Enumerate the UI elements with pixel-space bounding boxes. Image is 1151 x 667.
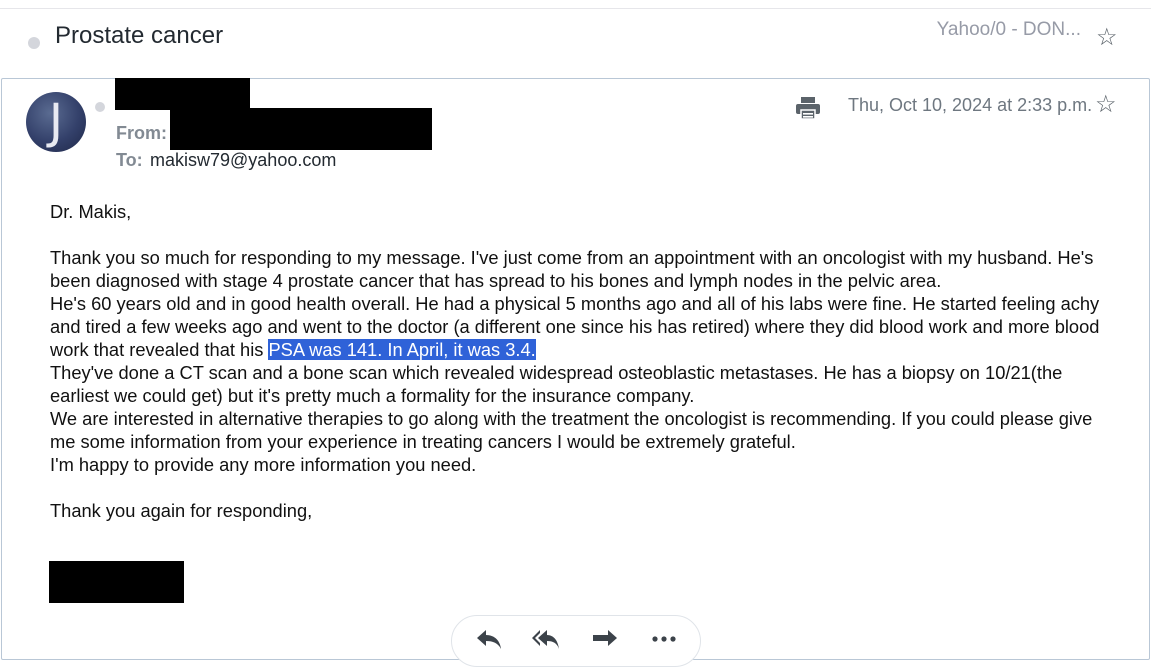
greeting: Dr. Makis, [50, 201, 132, 222]
redacted-sender-name [115, 78, 250, 110]
highlighted-selection: PSA was 141. In April, it was 3.4. [268, 339, 536, 360]
body-paragraph-2: He's 60 years old and in good health ove… [50, 292, 1120, 361]
reply-icon[interactable] [474, 626, 504, 652]
body-paragraph-4: We are interested in alternative therapi… [50, 408, 1093, 452]
print-icon[interactable] [795, 96, 821, 120]
message-date: Thu, Oct 10, 2024 at 2:33 p.m. [848, 95, 1093, 115]
closing: Thank you again for responding, [50, 500, 313, 521]
message-body: Dr. Makis, Thank you so much for respond… [50, 200, 1120, 522]
more-icon[interactable] [649, 626, 679, 652]
redacted-sender-email [170, 108, 432, 150]
star-icon[interactable]: ☆ [1096, 26, 1118, 50]
body-paragraph-3: They've done a CT scan and a bone scan w… [50, 362, 1063, 406]
sender-status-dot [95, 102, 105, 112]
reply-all-icon[interactable] [530, 626, 560, 652]
forward-icon[interactable] [590, 626, 620, 652]
redacted-signature [49, 561, 184, 603]
message-star-icon[interactable]: ☆ [1095, 93, 1117, 117]
folder-label[interactable]: Yahoo/0 - DON... [937, 19, 1081, 41]
body-paragraph-1: Thank you so much for responding to my m… [50, 247, 1094, 291]
body-paragraph-2-text: He's 60 years old and in good health ove… [50, 293, 1100, 360]
unread-dot [28, 37, 40, 49]
from-label: From: [116, 123, 167, 143]
recipient-email[interactable]: makisw79@yahoo.com [150, 150, 336, 171]
email-subject: Prostate cancer [55, 22, 224, 49]
avatar[interactable]: J [26, 92, 86, 152]
to-label: To: [116, 150, 143, 170]
message-action-bar [451, 615, 701, 667]
body-paragraph-5: I'm happy to provide any more informatio… [50, 454, 477, 475]
